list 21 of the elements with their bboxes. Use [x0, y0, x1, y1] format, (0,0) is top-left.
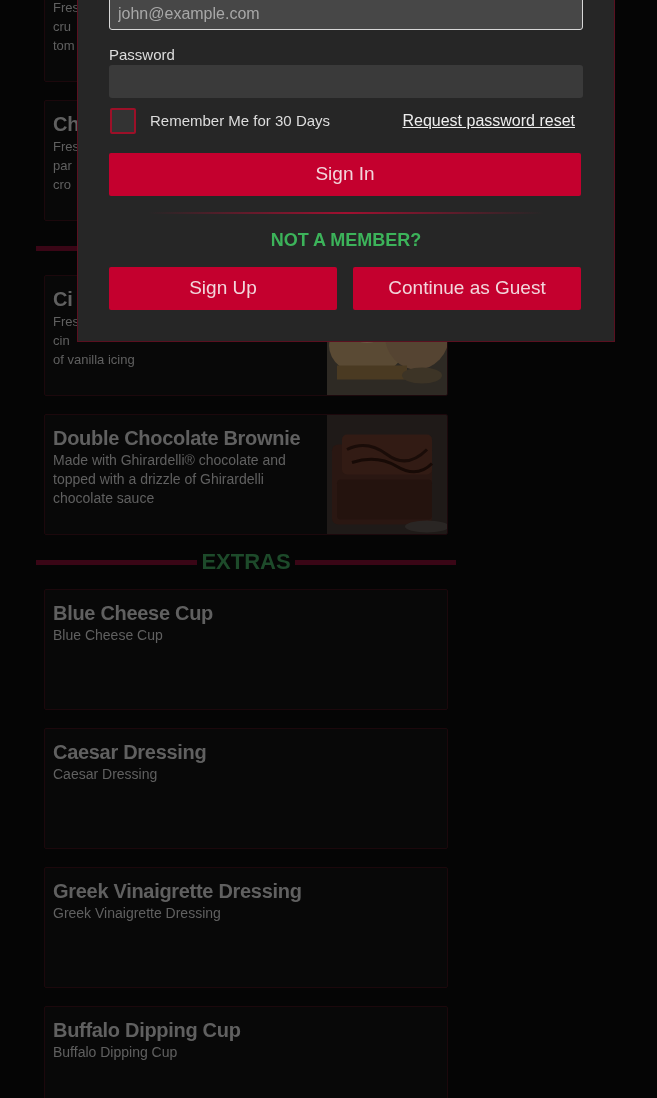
item-description: tom — [53, 37, 75, 55]
section-heading: EXTRAS — [200, 549, 292, 575]
item-title: Greek Vinaigrette Dressing — [53, 879, 302, 904]
item-description: Made with Ghirardelli® chocolate and topped with a drizzle of Ghirardelli chocolate sauce — [53, 451, 287, 508]
item-description: Buffalo Dipping Cup — [53, 1043, 179, 1062]
item-title: Blue Cheese Cup — [53, 601, 213, 626]
item-description: cru — [53, 18, 72, 36]
not-member-heading: NOT A MEMBER? — [270, 229, 422, 251]
item-title: Double Chocolate Brownie — [53, 426, 301, 451]
item-title: Caesar Dressing — [53, 740, 207, 765]
password-label: Password — [109, 47, 175, 63]
item-description: Caesar Dressing — [53, 765, 159, 784]
item-title: Buffalo Dipping Cup — [53, 1018, 241, 1043]
item-description: cro — [53, 176, 72, 194]
item-description: Greek Vinaigrette Dressing — [53, 904, 222, 923]
item-description: cin — [53, 332, 70, 350]
item-description: par — [53, 157, 72, 175]
item-description: Blue Cheese Cup — [53, 626, 164, 645]
remember-label: Remember Me for 30 Days — [150, 110, 331, 131]
item-title: Ci — [53, 287, 73, 312]
item-description: of vanilla icing — [53, 351, 135, 369]
